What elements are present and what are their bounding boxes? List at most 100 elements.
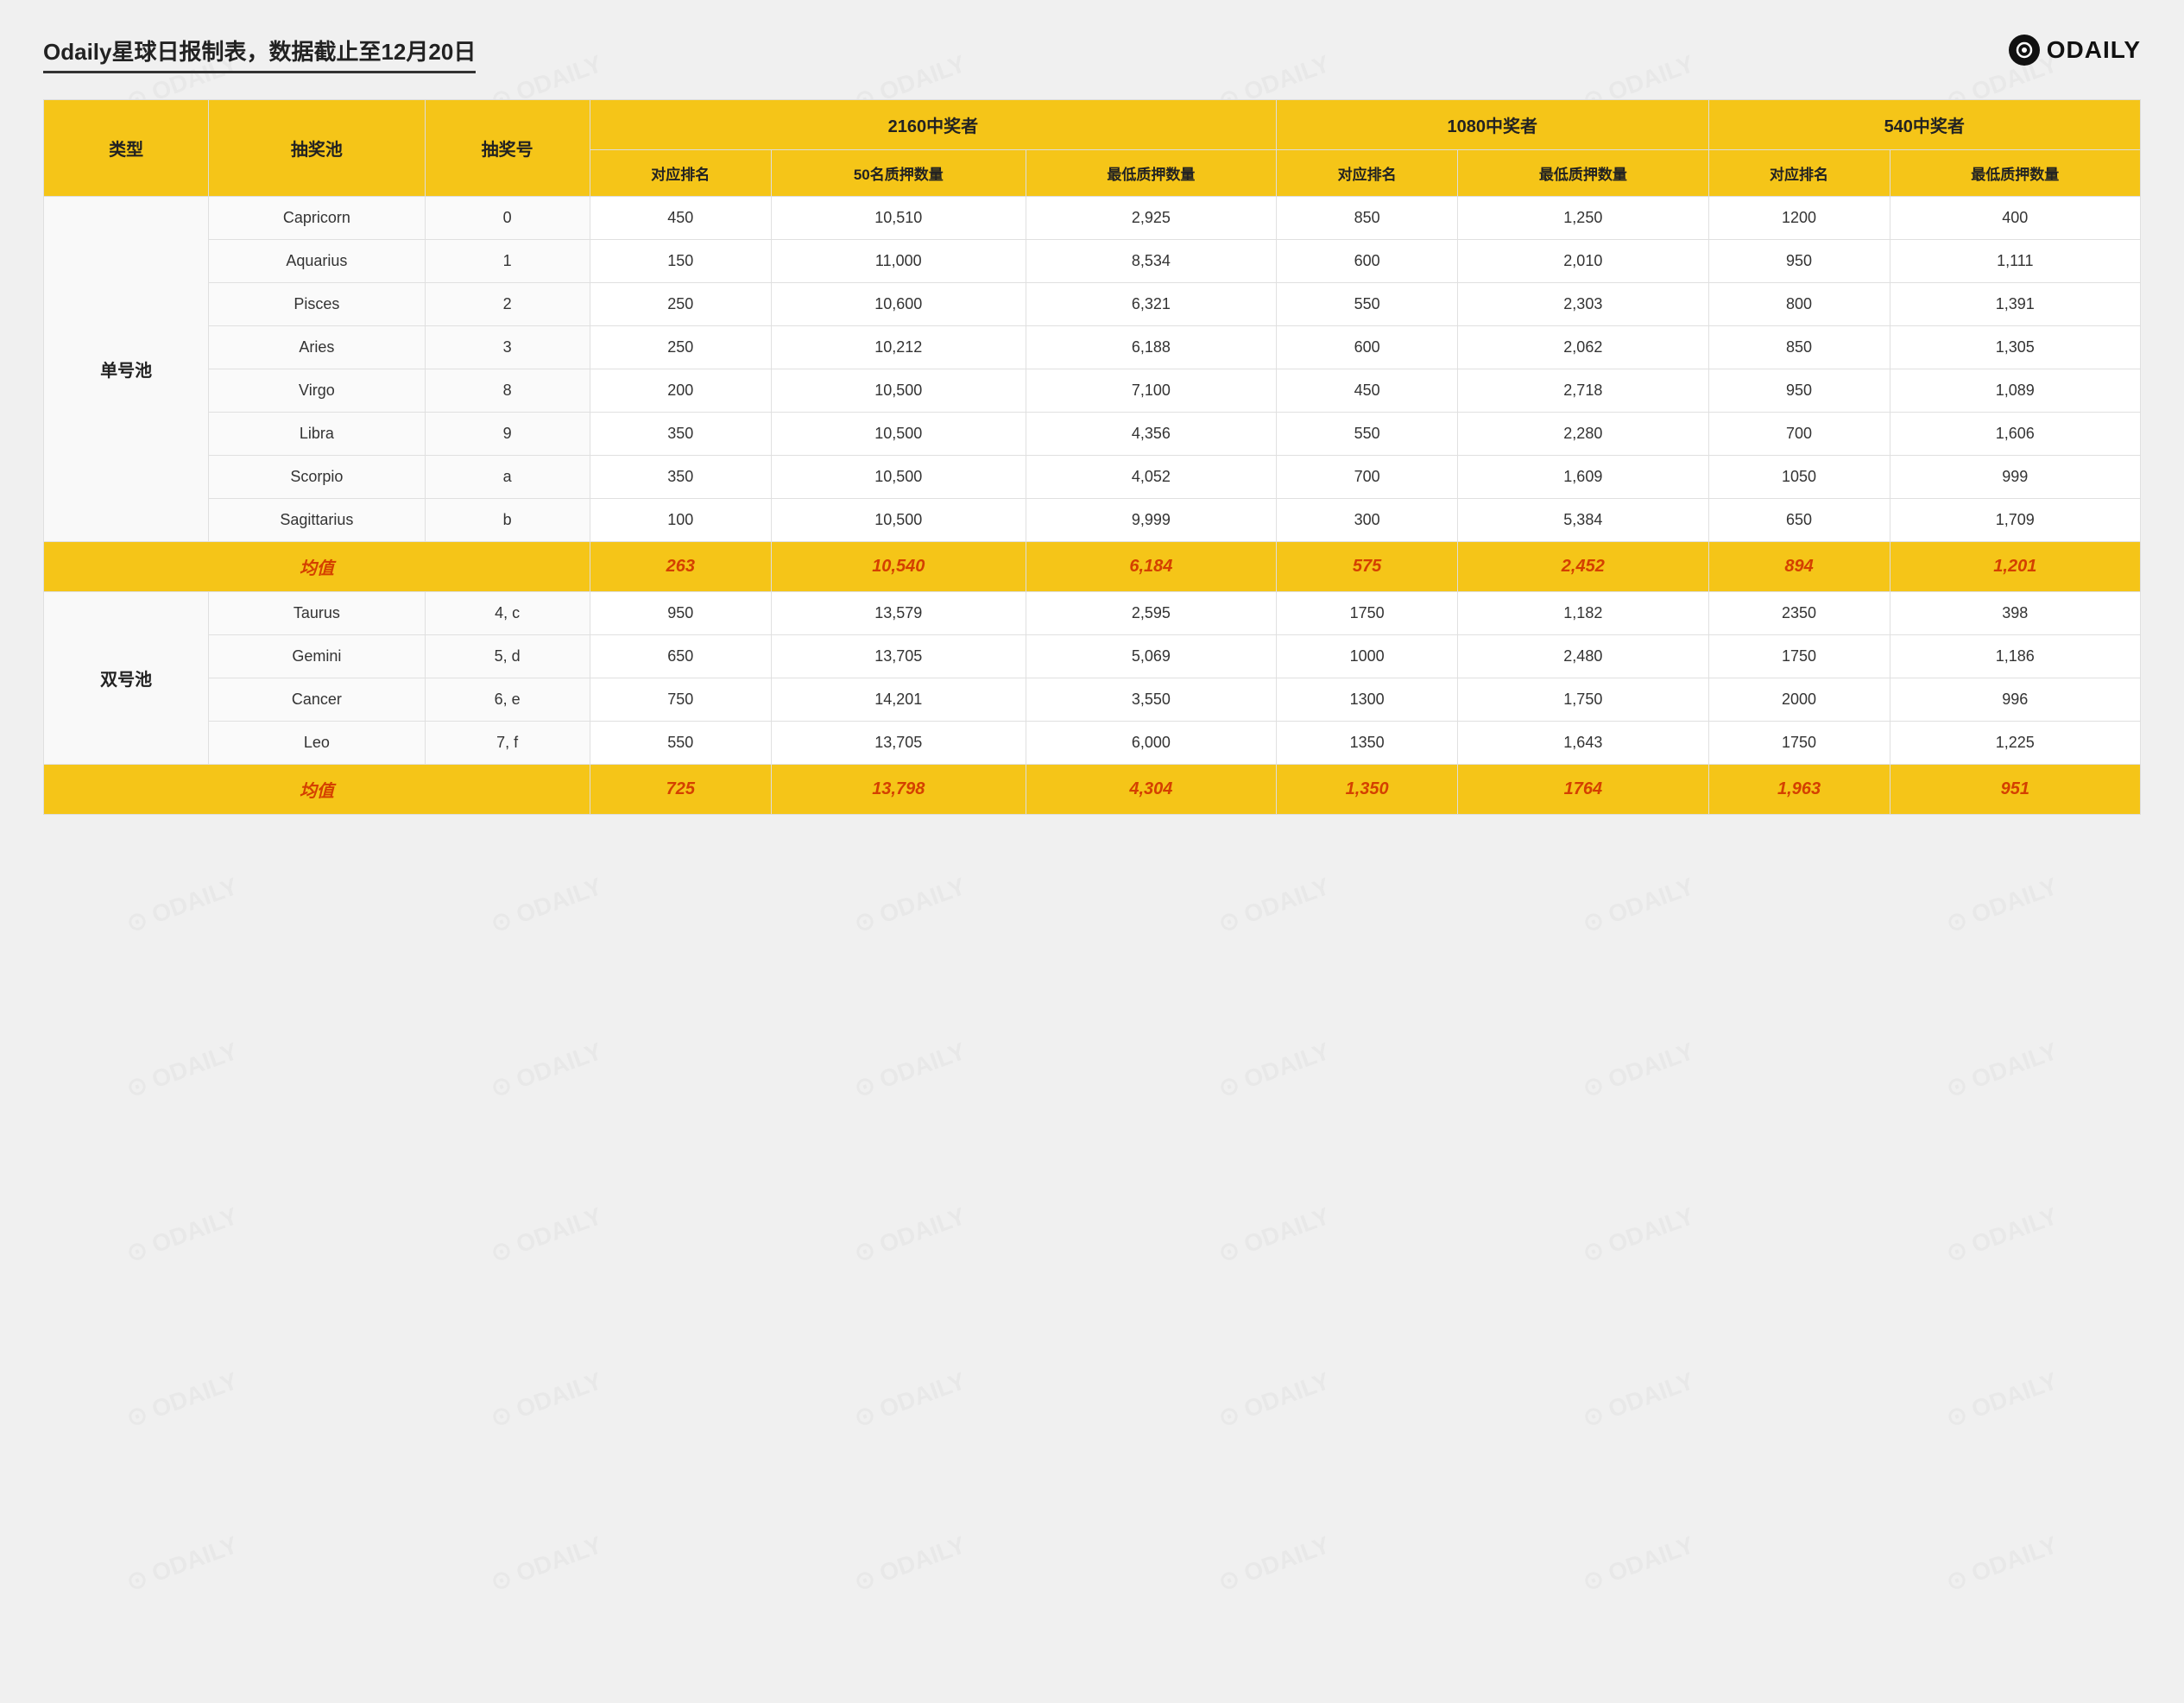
cell-r1080: 300: [1277, 499, 1458, 542]
cell-q50: 10,500: [771, 456, 1026, 499]
cell-sign: Scorpio: [209, 456, 425, 499]
cell-min540: 1,606: [1890, 413, 2140, 456]
cell-q50: 10,500: [771, 499, 1026, 542]
cell-min2160: 5,069: [1026, 635, 1276, 678]
header: Odaily星球日报制表，数据截止至12月20日 ODAILY: [43, 35, 2141, 73]
sub-min-540: 最低质押数量: [1890, 150, 2140, 197]
cell-sign: Taurus: [209, 592, 425, 635]
cell-r540: 1750: [1708, 635, 1890, 678]
avg-q50: 10,540: [771, 542, 1026, 592]
cell-sign: Pisces: [209, 283, 425, 326]
cell-sign: Gemini: [209, 635, 425, 678]
cell-sign: Capricorn: [209, 197, 425, 240]
avg-min540: 951: [1890, 765, 2140, 815]
cell-q50: 10,500: [771, 369, 1026, 413]
cell-q50: 13,705: [771, 635, 1026, 678]
cell-r2160: 450: [590, 197, 771, 240]
avg-r1080: 1,350: [1277, 765, 1458, 815]
cell-q50: 10,510: [771, 197, 1026, 240]
col-pool: 抽奖池: [209, 100, 425, 197]
cell-r540: 950: [1708, 369, 1890, 413]
cell-num: 8: [425, 369, 590, 413]
table-row: Scorpioa35010,5004,0527001,6091050999: [44, 456, 2141, 499]
cell-min540: 1,186: [1890, 635, 2140, 678]
cell-min2160: 6,188: [1026, 326, 1276, 369]
cell-num: 6, e: [425, 678, 590, 722]
cell-min2160: 8,534: [1026, 240, 1276, 283]
cell-sign: Aquarius: [209, 240, 425, 283]
page-title: Odaily星球日报制表，数据截止至12月20日: [43, 35, 476, 66]
cell-min1080: 2,062: [1458, 326, 1708, 369]
avg-label: 均值: [44, 542, 590, 592]
cell-num: 2: [425, 283, 590, 326]
table-row: Sagittariusb10010,5009,9993005,3846501,7…: [44, 499, 2141, 542]
cell-min1080: 2,718: [1458, 369, 1708, 413]
avg-min1080: 2,452: [1458, 542, 1708, 592]
cell-min540: 1,111: [1890, 240, 2140, 283]
cell-num: 1: [425, 240, 590, 283]
cell-num: 5, d: [425, 635, 590, 678]
cell-min1080: 1,182: [1458, 592, 1708, 635]
cell-num: b: [425, 499, 590, 542]
cell-min2160: 6,321: [1026, 283, 1276, 326]
cell-r2160: 750: [590, 678, 771, 722]
avg-row: 均值72513,7984,3041,35017641,963951: [44, 765, 2141, 815]
cell-r540: 800: [1708, 283, 1890, 326]
cell-q50: 10,500: [771, 413, 1026, 456]
cell-r540: 700: [1708, 413, 1890, 456]
cell-num: 4, c: [425, 592, 590, 635]
avg-r2160: 725: [590, 765, 771, 815]
cell-r2160: 200: [590, 369, 771, 413]
cell-sign: Virgo: [209, 369, 425, 413]
avg-min2160: 6,184: [1026, 542, 1276, 592]
table-row: Aries325010,2126,1886002,0628501,305: [44, 326, 2141, 369]
cell-min540: 1,305: [1890, 326, 2140, 369]
cell-r540: 950: [1708, 240, 1890, 283]
cell-r2160: 150: [590, 240, 771, 283]
cell-min2160: 2,595: [1026, 592, 1276, 635]
cell-min540: 996: [1890, 678, 2140, 722]
cell-sign: Libra: [209, 413, 425, 456]
group-540: 540中奖者: [1708, 100, 2141, 150]
cell-min540: 999: [1890, 456, 2140, 499]
table-row: Cancer6, e75014,2013,55013001,7502000996: [44, 678, 2141, 722]
sub-rank-1080: 对应排名: [1277, 150, 1458, 197]
cell-r540: 1050: [1708, 456, 1890, 499]
cell-min540: 1,709: [1890, 499, 2140, 542]
cell-min1080: 1,609: [1458, 456, 1708, 499]
col-num: 抽奖号: [425, 100, 590, 197]
cell-r1080: 1350: [1277, 722, 1458, 765]
cell-r540: 1750: [1708, 722, 1890, 765]
avg-r540: 894: [1708, 542, 1890, 592]
table-row: Gemini5, d65013,7055,06910002,48017501,1…: [44, 635, 2141, 678]
table-row: Leo7, f55013,7056,00013501,64317501,225: [44, 722, 2141, 765]
cell-r540: 650: [1708, 499, 1890, 542]
logo-icon: [2009, 35, 2040, 66]
cell-r1080: 1300: [1277, 678, 1458, 722]
cell-q50: 11,000: [771, 240, 1026, 283]
cell-min540: 1,089: [1890, 369, 2140, 413]
cell-min2160: 9,999: [1026, 499, 1276, 542]
table-row: Aquarius115011,0008,5346002,0109501,111: [44, 240, 2141, 283]
cell-num: 0: [425, 197, 590, 240]
title-section: Odaily星球日报制表，数据截止至12月20日: [43, 35, 476, 73]
table-row: 双号池Taurus4, c95013,5792,59517501,1822350…: [44, 592, 2141, 635]
cell-min1080: 1,250: [1458, 197, 1708, 240]
cell-min2160: 4,052: [1026, 456, 1276, 499]
avg-label: 均值: [44, 765, 590, 815]
sub-min-2160: 最低质押数量: [1026, 150, 1276, 197]
logo-section: ODAILY: [2009, 35, 2141, 66]
table-row: 单号池Capricorn045010,5102,9258501,25012004…: [44, 197, 2141, 240]
cell-min540: 398: [1890, 592, 2140, 635]
cell-r2160: 350: [590, 456, 771, 499]
sub-rank-2160: 对应排名: [590, 150, 771, 197]
cell-r2160: 100: [590, 499, 771, 542]
cell-min2160: 7,100: [1026, 369, 1276, 413]
col-type: 类型: [44, 100, 209, 197]
cell-min2160: 6,000: [1026, 722, 1276, 765]
avg-r2160: 263: [590, 542, 771, 592]
cell-r1080: 700: [1277, 456, 1458, 499]
cell-r540: 850: [1708, 326, 1890, 369]
cell-r1080: 850: [1277, 197, 1458, 240]
cell-sign: Sagittarius: [209, 499, 425, 542]
